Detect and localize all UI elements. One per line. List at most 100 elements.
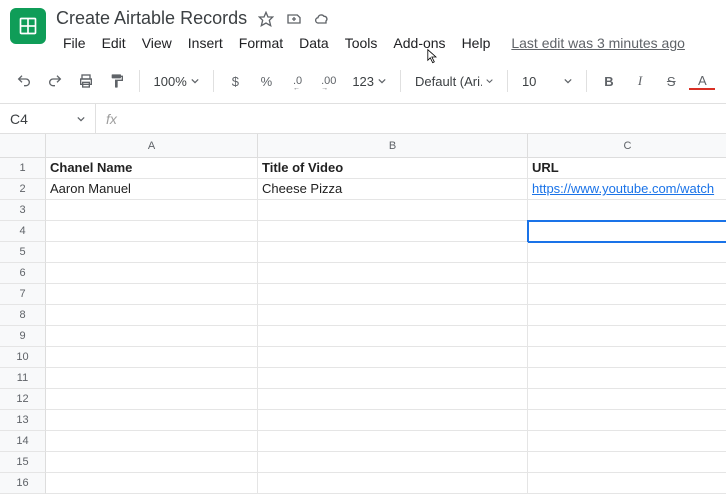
cell-selected[interactable] bbox=[528, 221, 726, 242]
col-header[interactable]: B bbox=[258, 134, 528, 158]
cell[interactable] bbox=[528, 347, 726, 368]
cell[interactable] bbox=[528, 326, 726, 347]
cell[interactable] bbox=[528, 368, 726, 389]
cell[interactable] bbox=[46, 347, 258, 368]
cell[interactable] bbox=[528, 263, 726, 284]
zoom-select[interactable]: 100% bbox=[148, 74, 205, 89]
row-header[interactable]: 7 bbox=[0, 284, 46, 305]
cell[interactable] bbox=[258, 347, 528, 368]
cell[interactable] bbox=[46, 242, 258, 263]
cell[interactable] bbox=[46, 284, 258, 305]
cell[interactable] bbox=[528, 473, 726, 494]
cell[interactable] bbox=[528, 305, 726, 326]
cell[interactable] bbox=[258, 473, 528, 494]
cloud-icon[interactable] bbox=[313, 10, 331, 28]
row-header[interactable]: 11 bbox=[0, 368, 46, 389]
move-icon[interactable] bbox=[285, 10, 303, 28]
cell[interactable] bbox=[46, 305, 258, 326]
cell[interactable] bbox=[528, 389, 726, 410]
cell[interactable] bbox=[258, 431, 528, 452]
cell[interactable] bbox=[46, 389, 258, 410]
cell[interactable] bbox=[46, 368, 258, 389]
last-edit-link[interactable]: Last edit was 3 minutes ago bbox=[511, 35, 685, 51]
number-format-select[interactable]: 123 bbox=[346, 74, 392, 89]
row-header[interactable]: 14 bbox=[0, 431, 46, 452]
font-select[interactable]: Default (Ari... bbox=[409, 74, 499, 89]
menu-file[interactable]: File bbox=[56, 31, 93, 55]
row-header[interactable]: 15 bbox=[0, 452, 46, 473]
currency-button[interactable]: $ bbox=[222, 67, 249, 95]
row-header[interactable]: 3 bbox=[0, 200, 46, 221]
cell[interactable]: https://www.youtube.com/watch bbox=[528, 179, 726, 200]
cell-reference[interactable]: C4 bbox=[0, 104, 96, 133]
cell[interactable] bbox=[258, 389, 528, 410]
cell[interactable] bbox=[258, 242, 528, 263]
decrease-decimal-button[interactable]: .0← bbox=[284, 67, 311, 95]
menu-insert[interactable]: Insert bbox=[181, 31, 230, 55]
menu-format[interactable]: Format bbox=[232, 31, 290, 55]
cell[interactable] bbox=[258, 452, 528, 473]
cell[interactable]: Title of Video bbox=[258, 158, 528, 179]
cell[interactable] bbox=[46, 473, 258, 494]
cell[interactable] bbox=[46, 410, 258, 431]
menu-addons[interactable]: Add-ons bbox=[386, 31, 452, 55]
cell[interactable] bbox=[258, 305, 528, 326]
star-icon[interactable] bbox=[257, 10, 275, 28]
row-header[interactable]: 12 bbox=[0, 389, 46, 410]
sheets-logo[interactable] bbox=[10, 8, 46, 44]
col-header[interactable]: C bbox=[528, 134, 726, 158]
increase-decimal-button[interactable]: .00→ bbox=[315, 67, 342, 95]
col-header[interactable]: A bbox=[46, 134, 258, 158]
cell[interactable] bbox=[258, 326, 528, 347]
row-header[interactable]: 10 bbox=[0, 347, 46, 368]
menu-edit[interactable]: Edit bbox=[95, 31, 133, 55]
cell[interactable] bbox=[528, 431, 726, 452]
cell[interactable] bbox=[528, 242, 726, 263]
font-size-select[interactable]: 10 bbox=[516, 74, 578, 89]
cell[interactable] bbox=[258, 284, 528, 305]
paint-format-button[interactable] bbox=[103, 67, 130, 95]
percent-button[interactable]: % bbox=[253, 67, 280, 95]
cell[interactable] bbox=[528, 200, 726, 221]
text-color-button[interactable]: A bbox=[689, 67, 716, 95]
italic-button[interactable]: I bbox=[627, 67, 654, 95]
row-header[interactable]: 5 bbox=[0, 242, 46, 263]
cell[interactable]: Cheese Pizza bbox=[258, 179, 528, 200]
menu-view[interactable]: View bbox=[135, 31, 179, 55]
cell[interactable] bbox=[46, 263, 258, 284]
row-header[interactable]: 16 bbox=[0, 473, 46, 494]
cell[interactable]: URL bbox=[528, 158, 726, 179]
cell[interactable] bbox=[528, 452, 726, 473]
row-header[interactable]: 9 bbox=[0, 326, 46, 347]
undo-button[interactable] bbox=[10, 67, 37, 95]
cell[interactable] bbox=[46, 431, 258, 452]
cell[interactable] bbox=[46, 452, 258, 473]
cell[interactable] bbox=[528, 410, 726, 431]
row-header[interactable]: 4 bbox=[0, 221, 46, 242]
cell[interactable] bbox=[258, 263, 528, 284]
bold-button[interactable]: B bbox=[595, 67, 622, 95]
cell[interactable] bbox=[258, 410, 528, 431]
doc-title[interactable]: Create Airtable Records bbox=[56, 8, 247, 29]
row-header[interactable]: 13 bbox=[0, 410, 46, 431]
redo-button[interactable] bbox=[41, 67, 68, 95]
menu-data[interactable]: Data bbox=[292, 31, 336, 55]
cell[interactable]: Chanel Name bbox=[46, 158, 258, 179]
row-header[interactable]: 1 bbox=[0, 158, 46, 179]
cell[interactable] bbox=[46, 326, 258, 347]
strikethrough-button[interactable]: S bbox=[658, 67, 685, 95]
formula-input[interactable] bbox=[127, 104, 726, 133]
cell[interactable] bbox=[258, 200, 528, 221]
menu-tools[interactable]: Tools bbox=[338, 31, 385, 55]
menu-help[interactable]: Help bbox=[455, 31, 498, 55]
row-header[interactable]: 6 bbox=[0, 263, 46, 284]
cell[interactable] bbox=[258, 221, 528, 242]
print-button[interactable] bbox=[72, 67, 99, 95]
cell[interactable] bbox=[528, 284, 726, 305]
cell[interactable] bbox=[258, 368, 528, 389]
cell[interactable]: Aaron Manuel bbox=[46, 179, 258, 200]
select-all-corner[interactable] bbox=[0, 134, 46, 158]
cell[interactable] bbox=[46, 200, 258, 221]
row-header[interactable]: 2 bbox=[0, 179, 46, 200]
cell[interactable] bbox=[46, 221, 258, 242]
